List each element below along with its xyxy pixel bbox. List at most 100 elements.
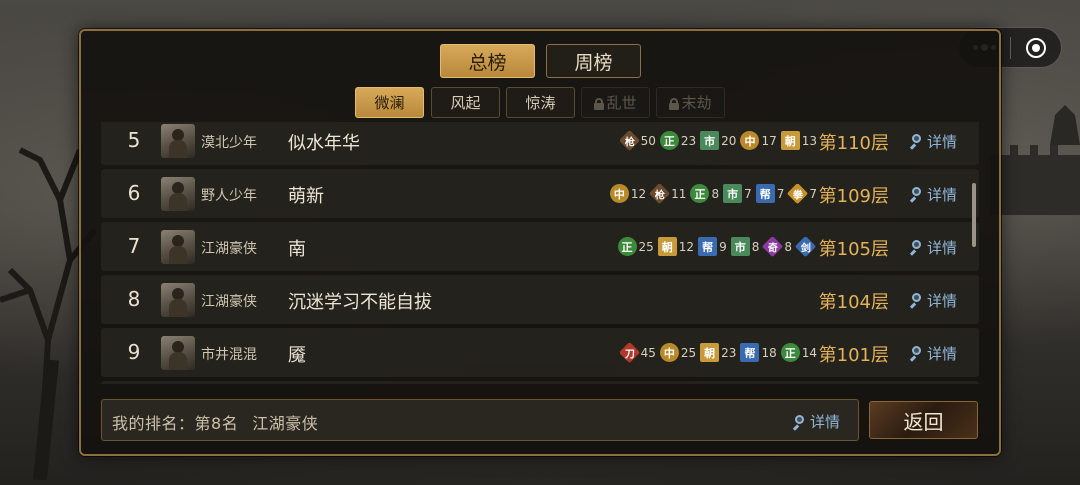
skill-badge: 奇8 [762, 236, 792, 257]
skill-icon-glyph: 帮 [744, 346, 756, 360]
skill-count: 25 [638, 239, 654, 254]
subtab-weilan[interactable]: 微澜 [355, 87, 424, 118]
skill-icon-glyph: 朝 [704, 346, 716, 360]
subtab-luanshi-label: 乱世 [606, 94, 637, 112]
skill-badge: 正 14 [780, 343, 817, 362]
skill-count: 12 [630, 186, 647, 201]
detail-button[interactable]: 详情 [909, 343, 957, 364]
floor-reached: 第104层 [818, 291, 889, 313]
leaderboard-row: 7 江湖豪侠南正 25 朝 12 帮 9 市 8 奇 8 剑第105层 详情 [101, 222, 979, 271]
skill-badge: 帮9 [698, 237, 727, 256]
list-scrollbar[interactable] [972, 183, 976, 247]
player-avatar[interactable] [161, 282, 195, 317]
skill-badge: 市7 [723, 184, 752, 203]
skill-icon: 朝 [657, 237, 677, 256]
skill-badge: 中 25 [659, 343, 697, 362]
close-target-icon[interactable] [1010, 28, 1061, 67]
leaderboard-row: 6 野人少年 萌新中 12 枪 11 正 8 市 7 帮 7 拳 7 第109层 详情 [101, 169, 979, 218]
detail-button[interactable]: 详情 [909, 184, 957, 205]
skill-count: 8 [784, 239, 792, 254]
player-avatar[interactable] [161, 123, 195, 158]
skill-icon: 剑 [794, 236, 817, 257]
rank-number: 9 [127, 339, 141, 364]
skill-icon: 正 [659, 131, 679, 150]
player-name: 魇 [288, 344, 306, 366]
skill-count: 13 [801, 133, 817, 148]
skill-icon-glyph: 市 [704, 134, 716, 148]
skill-badges: 枪 50 正 23 市 20 中 17 朝 13 [619, 130, 817, 151]
skill-icon-glyph: 剑 [800, 243, 811, 254]
my-rank-value: 第8名 [194, 414, 239, 433]
skill-icon-glyph: 朝 [661, 240, 673, 254]
skill-badge: 正 23 [659, 131, 696, 150]
skill-count: 45 [640, 345, 656, 360]
player-name: 似水年华 [288, 132, 360, 154]
skill-icon: 拳 [787, 183, 809, 204]
subtab-mojie[interactable]: 末劫 [656, 87, 725, 118]
magnifier-icon [909, 187, 923, 201]
skill-icon: 朝 [780, 131, 800, 150]
skill-icon: 中 [740, 131, 760, 150]
ranking-list[interactable]: 5 漠北少年 似水年华枪 50 正 23 市 20 中 17 朝 13 第110层 详情 6 野人少年 萌新中 1… [101, 122, 979, 384]
skill-badge: 剑 [794, 236, 817, 257]
skill-icon-glyph: 拳 [792, 190, 803, 201]
player-avatar[interactable] [161, 335, 195, 370]
back-button[interactable]: 返回 [869, 401, 978, 439]
lock-icon [669, 97, 680, 110]
skill-icon: 奇 [762, 236, 784, 257]
subtab-fengqi[interactable]: 风起 [431, 87, 500, 118]
tab-weekly[interactable]: 周榜 [546, 44, 641, 78]
skill-count: 23 [721, 345, 737, 360]
skill-icon: 刀 [619, 342, 640, 363]
skill-count: 25 [680, 345, 697, 360]
skill-badge: 朝 23 [700, 343, 736, 362]
skill-icon-glyph: 帮 [759, 187, 771, 201]
player-avatar[interactable] [161, 229, 195, 264]
skill-badge: 帮 18 [740, 343, 777, 362]
detail-label: 详情 [809, 413, 840, 431]
skill-badge: 拳7 [787, 183, 817, 204]
subtab-jingtao[interactable]: 惊涛 [506, 87, 575, 118]
detail-label: 详情 [926, 185, 957, 204]
skill-badges: 正 25 朝 12 帮 9 市 8 奇 8 剑 [617, 236, 817, 257]
skill-badges: 中 12 枪 11 正 8 市 7 帮 7 拳 7 [609, 183, 817, 204]
leaderboard-row: 5 漠北少年 似水年华 枪 50 正 23 市 20 中 17 朝 13 第110层 详情 [101, 122, 979, 165]
skill-count: 7 [744, 186, 752, 201]
skill-count: 9 [719, 239, 727, 254]
skill-badge: 朝 13 [780, 131, 817, 150]
skill-icon-glyph: 正 [784, 346, 796, 360]
skill-count: 7 [776, 186, 785, 201]
my-rank-text: 我的排名：第8名 江湖豪侠 [112, 410, 318, 434]
floor-reached: 第110层 [818, 132, 889, 154]
skill-badge: 枪 50 [619, 130, 656, 151]
player-avatar[interactable] [161, 176, 195, 211]
skill-icon: 市 [723, 184, 743, 203]
lock-icon [594, 97, 605, 110]
skill-count: 18 [761, 345, 777, 360]
skill-count: 12 [678, 239, 695, 254]
magnifier-icon [909, 346, 923, 360]
skill-icon-glyph: 正 [663, 134, 675, 148]
skill-count: 7 [809, 186, 817, 201]
detail-button[interactable]: 详情 [909, 131, 957, 152]
detail-button[interactable]: 详情 [909, 237, 957, 258]
rank-number: 7 [127, 233, 141, 258]
subtab-luanshi[interactable]: 乱世 [581, 87, 650, 118]
detail-button[interactable]: 详情 [909, 290, 957, 311]
skill-icon: 市 [700, 131, 720, 150]
skill-badge: 正 25 [617, 237, 654, 256]
detail-label: 详情 [926, 344, 957, 363]
skill-icon-glyph: 正 [694, 187, 706, 201]
my-rank-detail-button[interactable]: 详情 [792, 411, 840, 432]
skill-icon: 市 [730, 237, 750, 256]
my-rank-bar: 我的排名：第8名 江湖豪侠 详情 [101, 399, 859, 441]
player-title: 江湖豪侠 [201, 293, 257, 310]
skill-badge: 正8 [690, 184, 719, 203]
subtab-mojie-label: 末劫 [681, 94, 712, 112]
tab-total[interactable]: 总榜 [440, 44, 535, 78]
skill-badge: 市8 [730, 237, 759, 256]
skill-count: 20 [721, 133, 737, 148]
skill-icon-glyph: 枪 [624, 137, 635, 148]
skill-icon: 正 [690, 184, 710, 203]
skill-badge: 枪 11 [649, 183, 686, 204]
